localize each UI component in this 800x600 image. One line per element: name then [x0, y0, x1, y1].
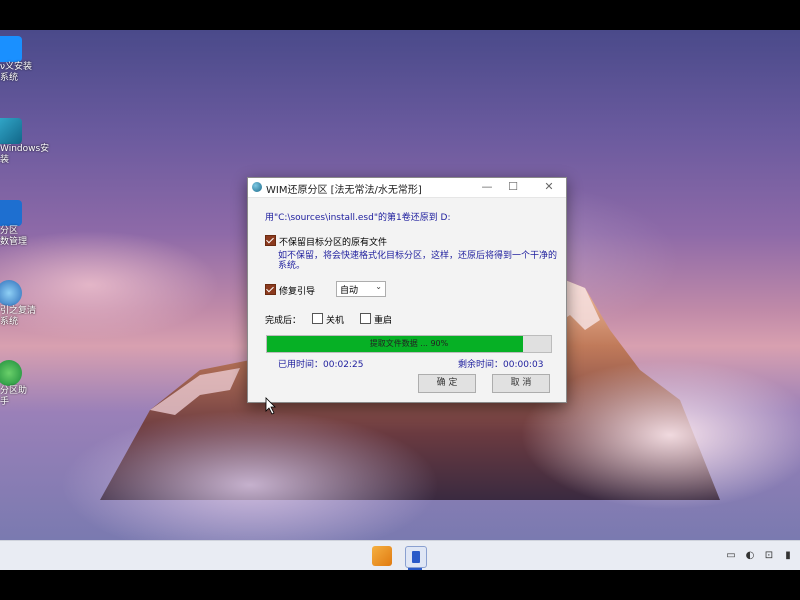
- restart-option[interactable]: 重启: [360, 313, 392, 326]
- desktop-icon-label: 装: [0, 155, 10, 165]
- repair-boot-dropdown[interactable]: 自动 ⌄: [336, 281, 386, 297]
- shutdown-option[interactable]: 关机: [312, 313, 344, 326]
- desktop-icon-partition-manager[interactable]: 分区 数管理: [0, 200, 34, 248]
- lock-icon[interactable]: ⊡: [763, 550, 775, 562]
- window-title: WIM还原分区 [法无常法/水无常形]: [266, 185, 422, 196]
- globe-icon: [0, 280, 22, 306]
- keep-files-description: 如不保留，将会快速格式化目标分区，这样，还原后将得到一个干净的: [278, 251, 558, 261]
- keep-files-label: 不保留目标分区的原有文件: [279, 238, 388, 248]
- install-app-icon: [0, 36, 22, 62]
- keep-files-description-cont: 系统。: [278, 261, 306, 271]
- wim-restore-dialog: WIM还原分区 [法无常法/水无常形] — ☐ ✕ 用"C:\sources\i…: [247, 177, 567, 403]
- desktop-icon-label: 系统: [0, 317, 19, 327]
- maximize-button[interactable]: ☐: [502, 179, 524, 195]
- desktop-icon-windows-setup[interactable]: Windows安 装: [0, 118, 50, 166]
- cancel-button[interactable]: 取 消: [492, 374, 550, 393]
- repair-boot-label: 修复引导: [279, 287, 316, 297]
- minimize-button[interactable]: —: [476, 179, 498, 195]
- restart-label: 重启: [374, 316, 393, 326]
- close-button[interactable]: ✕: [538, 179, 560, 195]
- after-complete-label: 完成后：: [265, 316, 302, 326]
- taskbar: ▭ ◐ ⊡ ▮: [0, 540, 800, 571]
- keep-files-checkbox[interactable]: [265, 235, 276, 246]
- restart-checkbox[interactable]: [360, 313, 371, 324]
- desktop-icon-boot-repair[interactable]: 引之复清 系统: [0, 280, 37, 328]
- desktop-icon-label: Windows安: [0, 144, 50, 154]
- repair-boot-checkbox-row[interactable]: 修复引导: [265, 284, 315, 297]
- repair-boot-checkbox[interactable]: [265, 284, 276, 295]
- battery-icon[interactable]: ▮: [782, 550, 794, 562]
- partition-assistant-icon: [0, 360, 22, 386]
- desktop-icon-label: 分区助: [0, 386, 28, 396]
- ok-button[interactable]: 确 定: [418, 374, 476, 393]
- elapsed-time: 已用时间：00:02:25: [278, 360, 364, 370]
- keep-files-checkbox-row[interactable]: 不保留目标分区的原有文件: [265, 235, 387, 248]
- restore-info-text: 用"C:\sources\install.esd"的第1卷还原到 D:: [265, 213, 451, 223]
- letterbox-bottom: [0, 570, 800, 600]
- volume-icon[interactable]: ◐: [744, 550, 756, 562]
- windows-setup-icon: [0, 118, 22, 144]
- desktop-icon-label: 分区: [0, 226, 19, 236]
- mouse-cursor-icon: [265, 397, 276, 415]
- progress-text: 提取文件数据 ... 90%: [369, 339, 449, 348]
- progress-bar: 提取文件数据 ... 90%: [266, 335, 552, 353]
- partition-tool-icon[interactable]: [405, 546, 427, 568]
- desktop-icon-label: 引之复清: [0, 306, 37, 316]
- shutdown-label: 关机: [326, 316, 345, 326]
- desktop-icon-label: ν义安装: [0, 62, 33, 72]
- desktop-icon-label: 数管理: [0, 237, 28, 247]
- desktop-icon-label: 系统: [0, 73, 19, 83]
- repair-boot-selected-value: 自动: [340, 286, 359, 296]
- app-icon: [252, 182, 262, 192]
- partition-manager-icon: [0, 200, 22, 226]
- shutdown-checkbox[interactable]: [312, 313, 323, 324]
- title-bar[interactable]: WIM还原分区 [法无常法/水无常形] — ☐ ✕: [248, 178, 566, 198]
- desktop-icon-install-system[interactable]: ν义安装 系统: [0, 36, 34, 84]
- chevron-down-icon: ⌄: [375, 282, 382, 291]
- desktop-icon-partition-assistant[interactable]: 分区助 手: [0, 360, 34, 408]
- desktop-icon-label: 手: [0, 397, 10, 407]
- remaining-time: 剩余时间：00:00:03: [458, 360, 544, 370]
- network-icon[interactable]: ▭: [725, 550, 737, 562]
- letterbox-top: [0, 0, 800, 30]
- partition-tool-glyph: [412, 551, 420, 563]
- wallpaper-app-icon[interactable]: [372, 546, 392, 566]
